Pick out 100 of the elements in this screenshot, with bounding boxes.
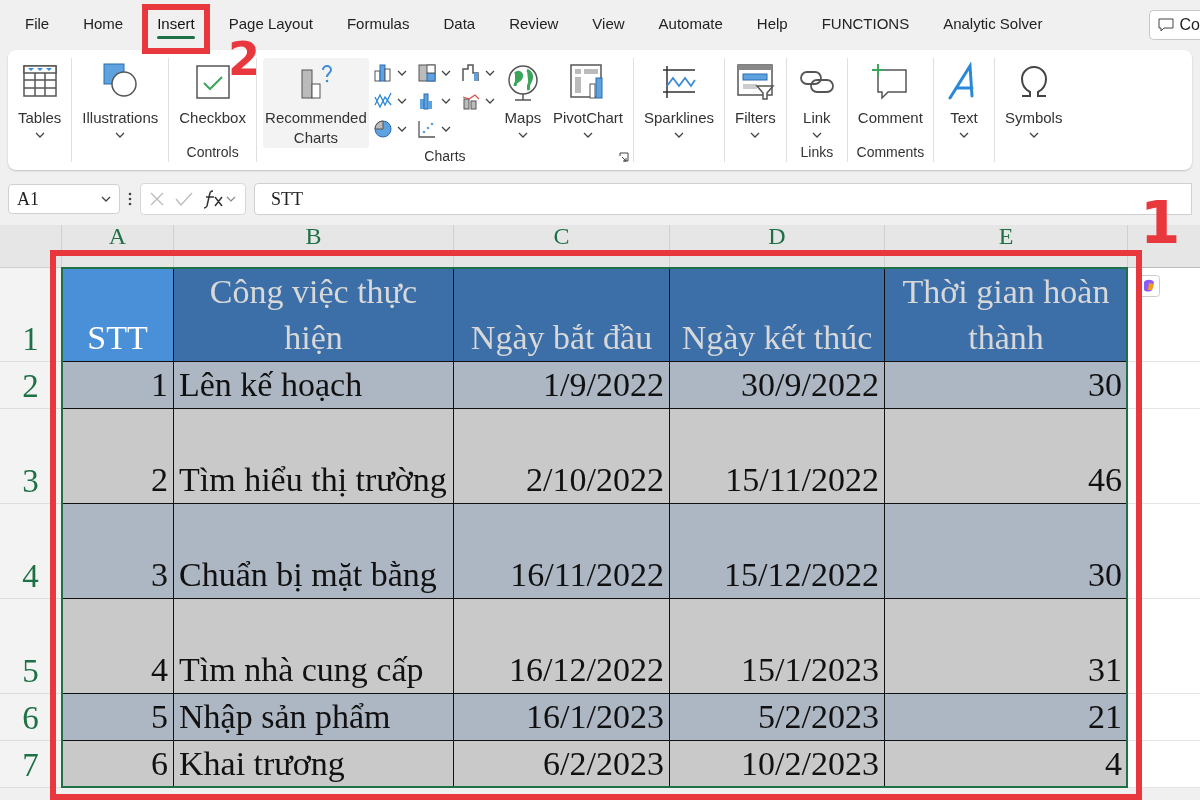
dialog-launcher-button[interactable] (618, 152, 629, 162)
ribbon-button[interactable]: PivotChart (548, 58, 627, 148)
caret-icon (1028, 132, 1039, 138)
caret-icon (811, 132, 822, 138)
ribbon-tab[interactable]: Help (747, 8, 797, 42)
waterfall-chart-icon (460, 63, 481, 83)
comment-icon (1157, 18, 1174, 32)
name-box[interactable]: A1 (8, 184, 120, 214)
ribbon-button[interactable]: Symbols (1000, 58, 1067, 142)
ribbon-button[interactable]: Maps (498, 58, 547, 148)
table-cell: 5/2/2023 (670, 694, 885, 741)
expand-icon (618, 152, 629, 162)
table-cell: 16/1/2023 (454, 694, 670, 741)
caret-icon (396, 126, 407, 132)
caret-icon (396, 98, 407, 104)
ribbon-tab[interactable]: View (583, 8, 634, 42)
ribbon-button[interactable]: Tables (14, 58, 66, 142)
row-header[interactable]: 6 (0, 694, 62, 741)
caret-icon (101, 196, 111, 202)
ribbon-button[interactable]: Sparklines (639, 58, 718, 142)
function-icon[interactable] (203, 189, 237, 209)
table-cell: Tìm nhà cung cấp (174, 599, 454, 694)
caret-icon (440, 70, 451, 76)
table-cell: 16/11/2022 (454, 504, 670, 599)
ribbon-tab[interactable]: Insert (148, 8, 204, 42)
caret-icon (34, 132, 45, 138)
table-cell: 1/9/2022 (454, 362, 670, 409)
caret-icon (958, 132, 969, 138)
row-header[interactable]: 2 (0, 362, 62, 409)
step-number: 2 (228, 36, 260, 82)
header-cell: Ngày bắt đầu (454, 268, 670, 362)
table-cell: 2/10/2022 (454, 409, 670, 504)
table-cell: 15/12/2022 (670, 504, 885, 599)
group-label: Charts (424, 148, 466, 164)
table-cell: 46 (885, 409, 1128, 504)
table-cell: 2 (62, 409, 174, 504)
ribbon-tab[interactable]: FUNCTIONS (812, 8, 919, 42)
table-cell: Khai trương (174, 741, 454, 788)
bar-chart-icon (372, 63, 393, 83)
caret-icon (396, 70, 407, 76)
table-cell: 4 (62, 599, 174, 694)
table-cell: 4 (885, 741, 1128, 788)
scatter-chart-icon (416, 119, 437, 139)
group-label: Links (800, 144, 834, 160)
ribbon-button[interactable]: Comment (853, 58, 927, 142)
table-cell: 6 (62, 741, 174, 788)
row-header[interactable]: 3 (0, 409, 62, 504)
table-cell: 10/2/2023 (670, 741, 885, 788)
table-cell: Chuẩn bị mặt bằng (174, 504, 454, 599)
table-cell: 15/11/2022 (670, 409, 885, 504)
ribbon-tab[interactable]: File (16, 8, 59, 42)
comments-button[interactable]: Co (1148, 10, 1200, 40)
row-header[interactable]: 1 (0, 268, 62, 362)
table-cell: Lên kế hoạch (174, 362, 454, 409)
table-cell: 21 (885, 694, 1128, 741)
more-icon[interactable] (128, 192, 132, 206)
hierarchy-chart-icon (416, 63, 437, 83)
group-label: Controls (186, 144, 239, 160)
row-header[interactable]: 7 (0, 741, 62, 788)
table-cell: 30 (885, 504, 1128, 599)
ribbon-tab[interactable]: Review (500, 8, 568, 42)
ribbon-tab[interactable]: Automate (649, 8, 732, 42)
caret-icon (517, 132, 528, 138)
highlight-frame (142, 4, 210, 54)
header-cell: Ngày kết thúc (670, 268, 885, 362)
ribbon-button[interactable]: Illustrations (78, 58, 163, 142)
table-cell: 1 (62, 362, 174, 409)
caret-icon (440, 98, 451, 104)
table-cell: 5 (62, 694, 174, 741)
ribbon-button[interactable]: Recommended Charts (262, 58, 369, 148)
caret-icon (440, 126, 451, 132)
caret-icon (484, 70, 495, 76)
caret-icon (484, 98, 495, 104)
ribbon-button[interactable]: Link (792, 58, 841, 142)
header-cell: STT (62, 268, 174, 362)
table-cell: 15/1/2023 (670, 599, 885, 694)
caret-icon (115, 132, 126, 138)
table-cell: Nhập sản phẩm (174, 694, 454, 741)
caret-icon (674, 132, 684, 138)
group-label: Comments (856, 144, 925, 160)
ribbon-tab[interactable]: Analytic Solver (934, 8, 1052, 42)
table-cell: Tìm hiểu thị trường (174, 409, 454, 504)
caret-icon (582, 132, 593, 138)
ribbon-tab[interactable]: Data (434, 8, 485, 42)
filter-icon (735, 62, 776, 102)
table-cell: 3 (62, 504, 174, 599)
table-cell: 30/9/2022 (670, 362, 885, 409)
row-header[interactable]: 4 (0, 504, 62, 599)
select-all-button[interactable] (0, 225, 62, 268)
ribbon-button[interactable]: Filters (731, 58, 780, 142)
header-cell: Công việc thực hiện (174, 268, 454, 362)
ribbon-tab[interactable]: Home (74, 8, 133, 42)
check-icon[interactable] (175, 191, 193, 207)
table-cell: 16/12/2022 (454, 599, 670, 694)
row-header[interactable]: 5 (0, 599, 62, 694)
header-cell: Thời gian hoàn thành (885, 268, 1128, 362)
ribbon-tab[interactable]: Formulas (337, 8, 419, 42)
ribbon-button[interactable]: Text (939, 58, 988, 142)
table-cell: 31 (885, 599, 1128, 694)
table-cell: 30 (885, 362, 1128, 409)
